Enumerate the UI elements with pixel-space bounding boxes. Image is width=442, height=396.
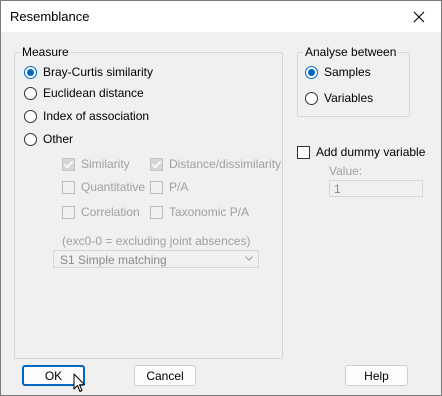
checkbox-indicator[interactable] bbox=[150, 205, 163, 219]
mouse-cursor-icon bbox=[73, 373, 85, 392]
check-similarity[interactable]: Similarity bbox=[62, 157, 130, 171]
checkbox-label: Add dummy variable bbox=[316, 145, 426, 159]
check-taxonomic-pa[interactable]: Taxonomic P/A bbox=[150, 205, 249, 219]
check-correlation[interactable]: Correlation bbox=[62, 205, 140, 219]
radio-samples[interactable]: Samples bbox=[305, 65, 371, 79]
radio-label: Other bbox=[43, 132, 74, 146]
add-dummy-variable-checkbox[interactable]: Add dummy variable bbox=[297, 145, 425, 159]
value-label: Value: bbox=[329, 164, 363, 178]
checkbox-indicator[interactable] bbox=[150, 180, 163, 194]
radio-other[interactable]: Other bbox=[24, 132, 73, 146]
radio-label: Samples bbox=[324, 65, 371, 79]
check-quantitative[interactable]: Quantitative bbox=[62, 180, 145, 194]
checkbox-label: Correlation bbox=[81, 205, 140, 219]
checkbox-indicator[interactable] bbox=[62, 157, 75, 171]
checkbox-label: P/A bbox=[169, 180, 189, 194]
radio-euclidean[interactable]: Euclidean distance bbox=[24, 86, 144, 100]
radio-label: Index of association bbox=[43, 109, 150, 123]
window-title: Resemblance bbox=[10, 9, 90, 24]
analyse-legend: Analyse between bbox=[305, 45, 397, 59]
cancel-button[interactable]: Cancel bbox=[134, 365, 196, 386]
analyse-between-group: Analyse between bbox=[297, 45, 410, 117]
checkbox-indicator[interactable] bbox=[150, 157, 163, 171]
checkbox-label: Distance/dissimilarity bbox=[169, 157, 282, 171]
radio-bray-curtis[interactable]: Bray-Curtis similarity bbox=[24, 65, 153, 79]
similarity-coefficient-select[interactable]: S1 Simple matching bbox=[53, 250, 259, 268]
close-button[interactable] bbox=[397, 1, 441, 32]
radio-label: Euclidean distance bbox=[43, 86, 144, 100]
radio-indicator[interactable] bbox=[305, 65, 318, 79]
exclusion-note: (exc0-0 = excluding joint absences) bbox=[62, 234, 251, 248]
radio-indicator[interactable] bbox=[24, 86, 37, 100]
check-pa[interactable]: P/A bbox=[150, 180, 188, 194]
select-value: S1 Simple matching bbox=[60, 253, 167, 267]
checkbox-indicator[interactable] bbox=[297, 145, 310, 159]
checkbox-label: Similarity bbox=[81, 157, 130, 171]
radio-index-of-association[interactable]: Index of association bbox=[24, 109, 149, 123]
checkbox-indicator[interactable] bbox=[62, 180, 75, 194]
measure-legend: Measure bbox=[22, 45, 69, 59]
radio-label: Bray-Curtis similarity bbox=[43, 65, 154, 79]
checkbox-label: Quantitative bbox=[81, 180, 146, 194]
title-bar: Resemblance bbox=[1, 1, 441, 32]
checkbox-indicator[interactable] bbox=[62, 205, 75, 219]
radio-indicator[interactable] bbox=[305, 91, 318, 105]
help-button[interactable]: Help bbox=[345, 365, 408, 386]
radio-indicator[interactable] bbox=[24, 132, 37, 146]
radio-label: Variables bbox=[324, 91, 374, 105]
radio-indicator[interactable] bbox=[24, 65, 37, 79]
close-icon bbox=[413, 11, 425, 22]
radio-indicator[interactable] bbox=[24, 109, 37, 123]
checkbox-label: Taxonomic P/A bbox=[169, 205, 250, 219]
chevron-down-icon bbox=[245, 256, 253, 261]
radio-variables[interactable]: Variables bbox=[305, 91, 373, 105]
dummy-value-field[interactable]: 1 bbox=[329, 180, 423, 197]
check-distance-dissimilarity[interactable]: Distance/dissimilarity bbox=[150, 157, 281, 171]
resemblance-dialog: Resemblance Measure Bray-Curtis similari… bbox=[0, 0, 442, 396]
